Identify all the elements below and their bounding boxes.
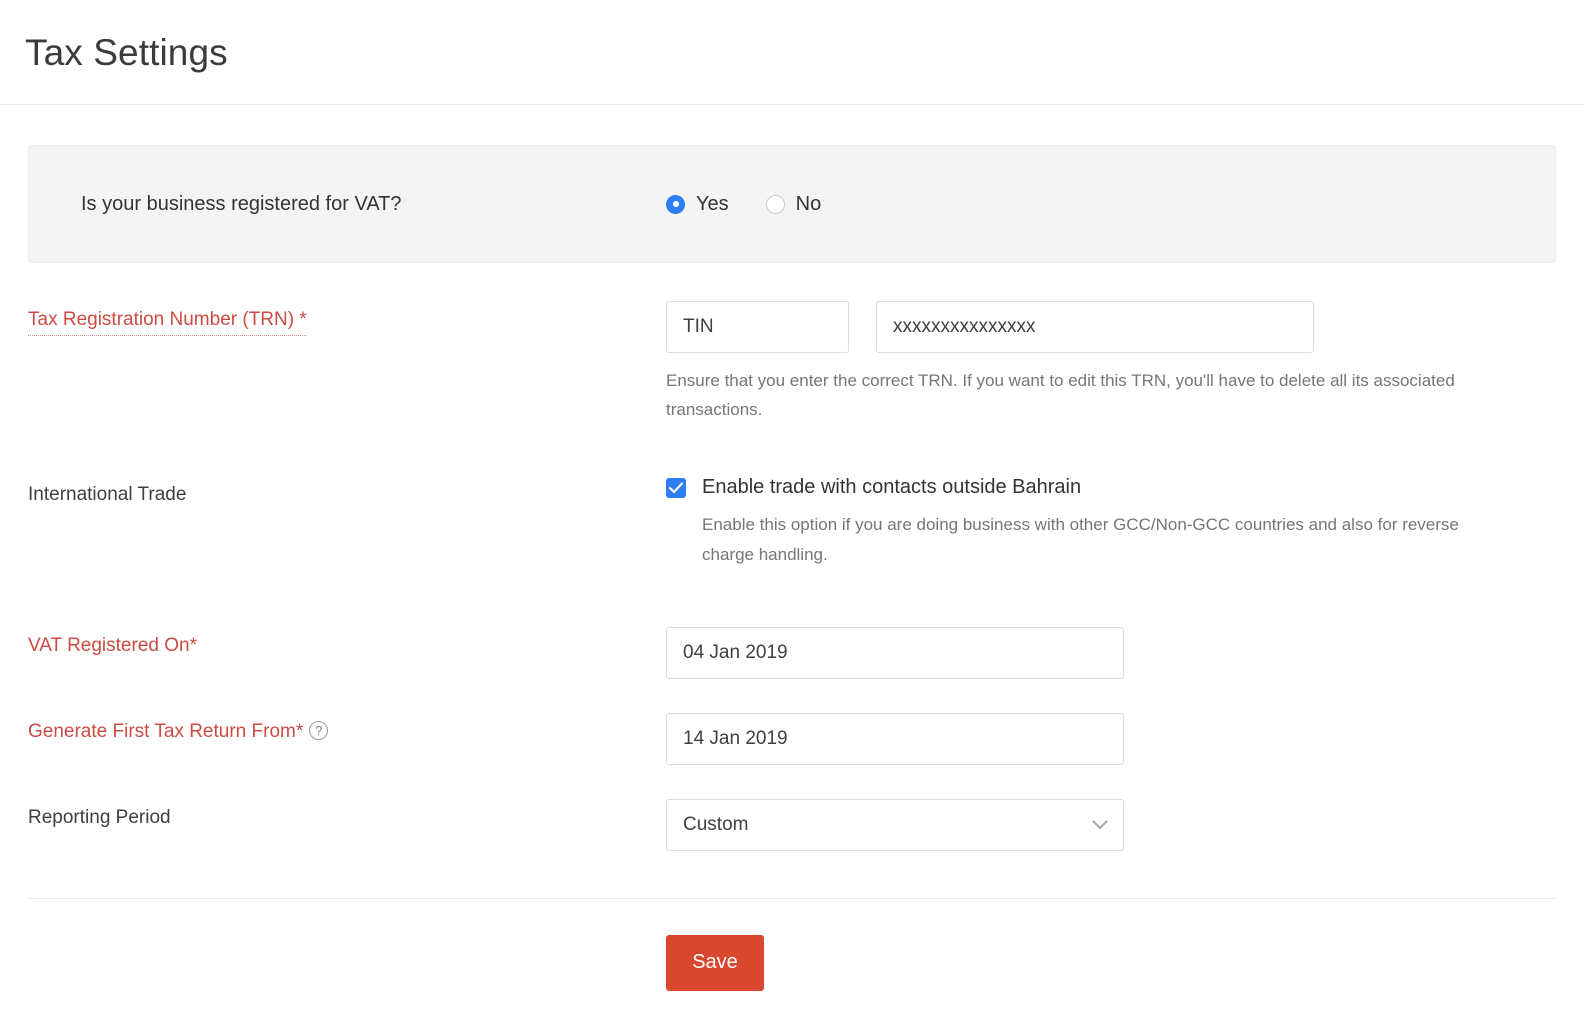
- first-tax-return-label-col: Generate First Tax Return From*?: [28, 713, 666, 743]
- vat-registered-on-row: VAT Registered On*: [28, 627, 1556, 679]
- vat-registered-on-label-col: VAT Registered On*: [28, 627, 666, 657]
- vat-question-label: Is your business registered for VAT?: [81, 193, 666, 216]
- trn-inputs: [666, 301, 1556, 353]
- trn-helper-text: Ensure that you enter the correct TRN. I…: [666, 366, 1456, 424]
- vat-registered-on-input[interactable]: [666, 627, 1124, 679]
- vat-registered-on-label: VAT Registered On*: [28, 635, 197, 657]
- reporting-period-label-col: Reporting Period: [28, 799, 666, 829]
- reporting-period-select[interactable]: Custom: [666, 799, 1124, 851]
- radio-yes-icon[interactable]: [666, 195, 685, 214]
- international-trade-label: International Trade: [28, 484, 186, 506]
- tin-input[interactable]: [666, 301, 849, 353]
- international-trade-field-col: Enable trade with contacts outside Bahra…: [666, 476, 1556, 568]
- radio-yes-label: Yes: [696, 193, 729, 216]
- settings-form: Is your business registered for VAT? Yes…: [0, 105, 1584, 991]
- save-button[interactable]: Save: [666, 935, 764, 991]
- radio-no-label: No: [796, 193, 822, 216]
- enable-trade-label: Enable trade with contacts outside Bahra…: [702, 476, 1081, 499]
- first-tax-return-label: Generate First Tax Return From*: [28, 721, 303, 743]
- radio-no-icon[interactable]: [766, 195, 785, 214]
- trn-required-asterisk: *: [299, 309, 306, 330]
- trn-label-text: Tax Registration Number (TRN): [28, 309, 299, 330]
- radio-option-no[interactable]: No: [766, 193, 822, 216]
- trn-input[interactable]: [876, 301, 1314, 353]
- page-title: Tax Settings: [25, 34, 228, 71]
- vat-registered-on-field-col: [666, 627, 1556, 679]
- enable-trade-checkbox[interactable]: [666, 478, 686, 498]
- international-trade-label-col: International Trade: [28, 476, 666, 506]
- enable-trade-checkbox-row[interactable]: Enable trade with contacts outside Bahra…: [666, 476, 1556, 499]
- international-trade-row: International Trade Enable trade with co…: [28, 476, 1556, 568]
- reporting-period-select-wrap: Custom: [666, 799, 1124, 851]
- trn-label-col: Tax Registration Number (TRN) *: [28, 301, 666, 336]
- international-trade-helper-text: Enable this option if you are doing busi…: [702, 510, 1502, 568]
- first-tax-return-row: Generate First Tax Return From*?: [28, 713, 1556, 765]
- trn-label[interactable]: Tax Registration Number (TRN) *: [28, 309, 307, 336]
- reporting-period-label: Reporting Period: [28, 807, 171, 829]
- trn-row: Tax Registration Number (TRN) * Ensure t…: [28, 301, 1556, 424]
- checkmark-icon: [669, 482, 683, 494]
- radio-option-yes[interactable]: Yes: [666, 193, 729, 216]
- reporting-period-selected-value: Custom: [683, 814, 748, 836]
- question-mark-icon[interactable]: ?: [309, 721, 328, 740]
- vat-registration-panel: Is your business registered for VAT? Yes…: [28, 145, 1556, 263]
- first-tax-return-field-col: [666, 713, 1556, 765]
- vat-radio-group: Yes No: [666, 193, 858, 216]
- form-footer: Save: [28, 899, 1556, 991]
- reporting-period-field-col: Custom: [666, 799, 1556, 851]
- page-header: Tax Settings: [0, 0, 1584, 105]
- trn-field-col: Ensure that you enter the correct TRN. I…: [666, 301, 1556, 424]
- reporting-period-row: Reporting Period Custom: [28, 799, 1556, 851]
- first-tax-return-input[interactable]: [666, 713, 1124, 765]
